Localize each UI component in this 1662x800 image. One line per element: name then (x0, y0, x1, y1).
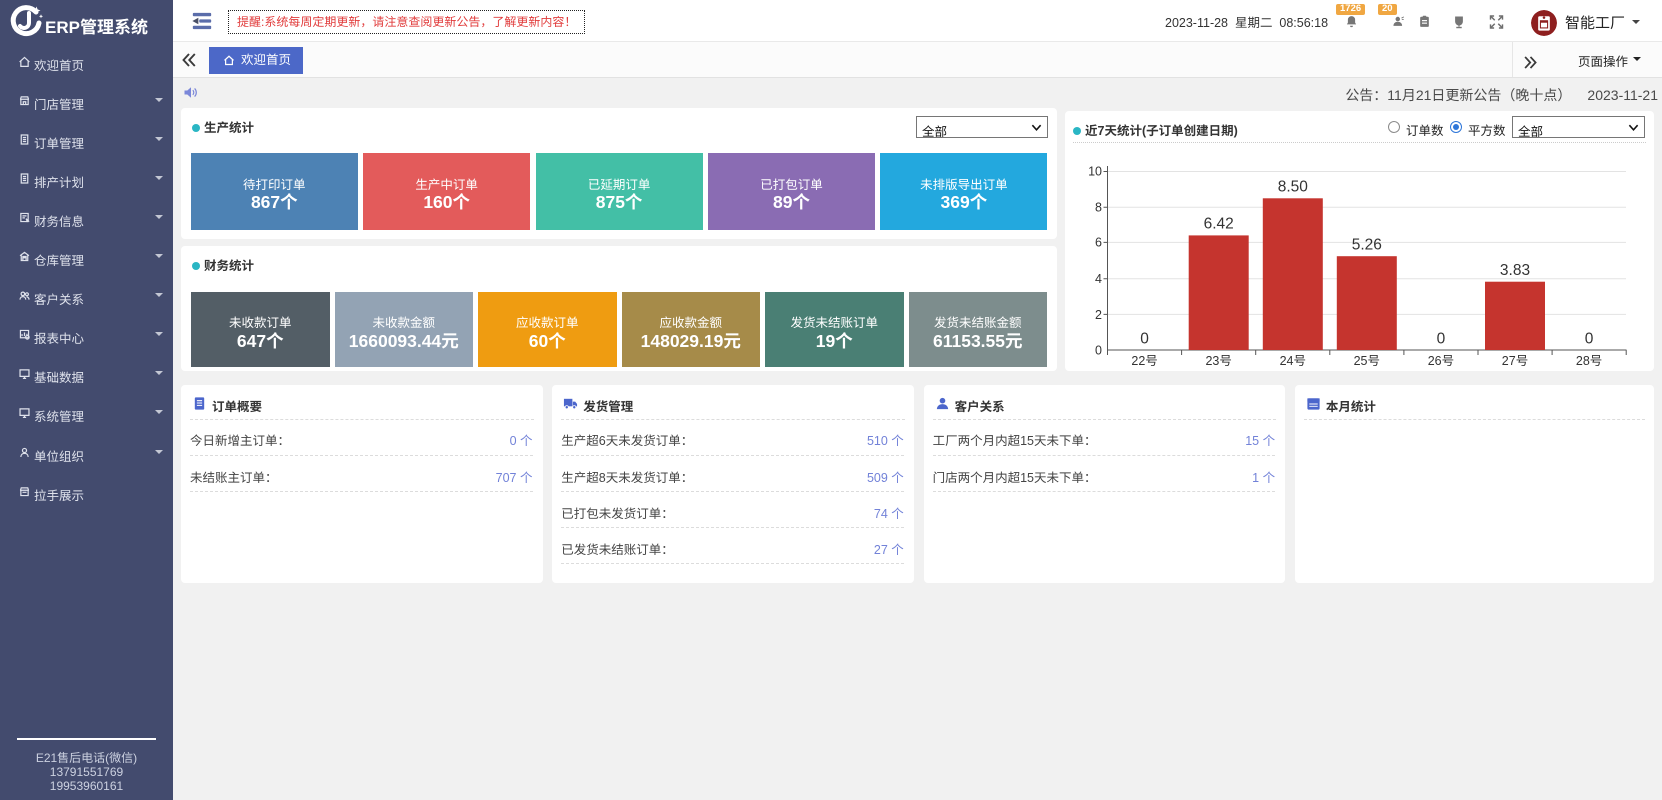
svg-text:25号: 25号 (1354, 354, 1380, 368)
svg-text:0: 0 (1140, 330, 1149, 347)
svg-text:27号: 27号 (1502, 354, 1528, 368)
svg-text:0: 0 (1095, 344, 1102, 358)
svg-text:28号: 28号 (1576, 354, 1602, 368)
svg-text:4: 4 (1095, 272, 1102, 286)
svg-text:3.83: 3.83 (1500, 262, 1530, 279)
svg-text:2: 2 (1095, 308, 1102, 322)
svg-text:8: 8 (1095, 201, 1102, 215)
svg-text:23号: 23号 (1205, 354, 1231, 368)
svg-text:6.42: 6.42 (1204, 216, 1234, 233)
svg-text:0: 0 (1437, 330, 1446, 347)
svg-text:24号: 24号 (1280, 354, 1306, 368)
svg-text:10: 10 (1088, 165, 1102, 179)
svg-text:6: 6 (1095, 236, 1102, 250)
svg-text:22号: 22号 (1131, 354, 1157, 368)
svg-text:26号: 26号 (1428, 354, 1454, 368)
svg-text:0: 0 (1585, 330, 1594, 347)
svg-text:5.26: 5.26 (1352, 236, 1382, 253)
svg-text:8.50: 8.50 (1278, 179, 1309, 196)
